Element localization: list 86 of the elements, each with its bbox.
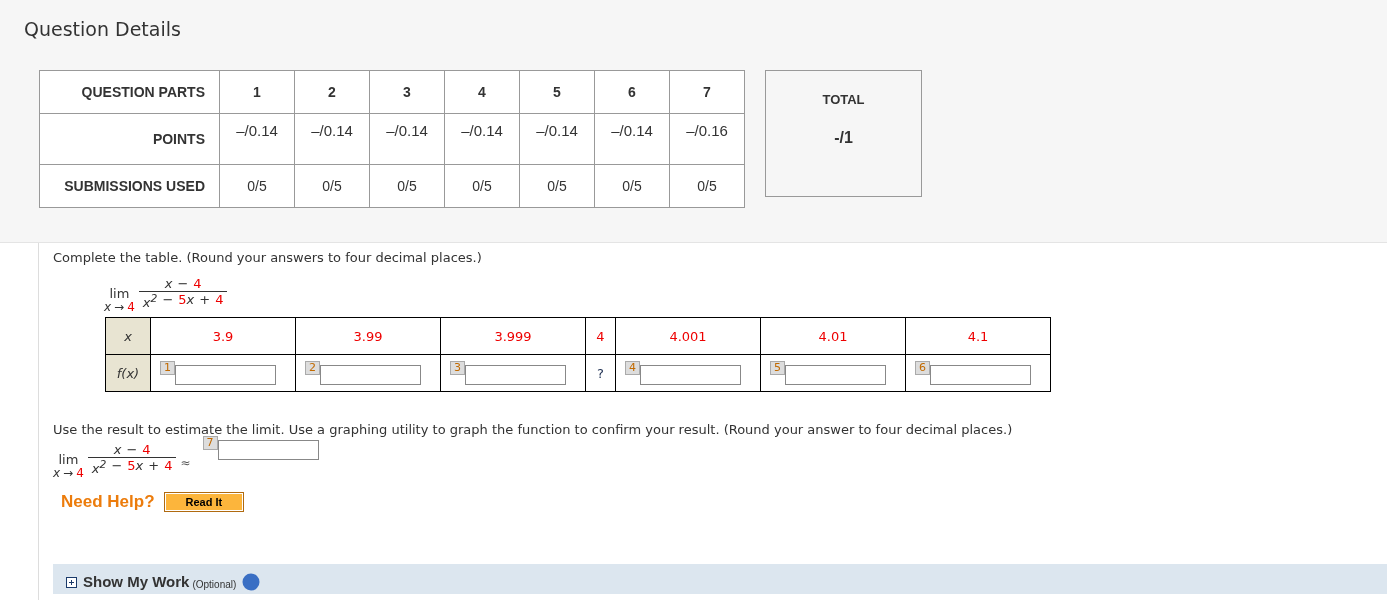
table-header: 6 bbox=[594, 70, 670, 114]
part-number: 1 bbox=[160, 361, 175, 375]
table-header: 7 bbox=[669, 70, 745, 114]
table-cell: 3.99 bbox=[295, 317, 441, 355]
part-number: 2 bbox=[305, 361, 320, 375]
limit-label: lim bbox=[58, 452, 79, 467]
total-label: TOTAL bbox=[822, 92, 865, 107]
row-header: x bbox=[105, 317, 151, 355]
table-cell: 0/5 bbox=[294, 164, 370, 208]
answer-field[interactable] bbox=[217, 439, 319, 460]
math-term: x$^{2}$ bbox=[142, 292, 158, 311]
math-term: x bbox=[135, 458, 144, 476]
read-it-button[interactable]: Read It bbox=[163, 492, 245, 512]
part-number: 3 bbox=[450, 361, 465, 375]
table-header: 1 bbox=[219, 70, 295, 114]
math-term: → bbox=[114, 301, 125, 313]
table-cell: 0/5 bbox=[519, 164, 595, 208]
help-icon[interactable] bbox=[242, 573, 261, 591]
part-number: 4 bbox=[625, 361, 640, 375]
math-term: x bbox=[164, 276, 173, 292]
table-cell: 0/5 bbox=[369, 164, 445, 208]
unknown-value: ? bbox=[597, 365, 604, 381]
limit-label: lim bbox=[109, 286, 130, 301]
part-number: 5 bbox=[770, 361, 785, 375]
math-term: 4 bbox=[164, 458, 173, 476]
instruction-text: Use the result to estimate the limit. Use a graphing utility to graph the function to confirm your result. (Round your answer to four decimal places.) bbox=[53, 422, 1014, 437]
answer-field[interactable] bbox=[640, 365, 741, 385]
table-header: 4 bbox=[444, 70, 520, 114]
table-cell: –/0.14 bbox=[444, 113, 520, 165]
table-cell: 4.1 bbox=[905, 317, 1051, 355]
math-term: x bbox=[186, 292, 195, 310]
answer-field[interactable] bbox=[930, 365, 1031, 385]
table-cell: 0/5 bbox=[219, 164, 295, 208]
row-header: f(x) bbox=[105, 354, 151, 392]
table-cell: –/0.14 bbox=[594, 113, 670, 165]
table-cell: 4 bbox=[585, 317, 616, 355]
math-term: − bbox=[177, 276, 189, 292]
answer-field[interactable] bbox=[320, 365, 421, 385]
table-cell: 0/5 bbox=[669, 164, 745, 208]
table-cell: –/0.14 bbox=[519, 113, 595, 165]
expand-icon[interactable] bbox=[66, 577, 77, 588]
table-cell: 0/5 bbox=[444, 164, 520, 208]
math-term: 4 bbox=[127, 301, 135, 313]
show-my-work-link[interactable]: Show My Work bbox=[83, 574, 190, 590]
total-value: -/1 bbox=[834, 129, 853, 147]
math-term: 5 bbox=[127, 458, 136, 476]
table-cell: –/0.14 bbox=[294, 113, 370, 165]
part-number: 7 bbox=[202, 435, 218, 450]
part-number: 6 bbox=[915, 361, 930, 375]
table-cell: 3.999 bbox=[440, 317, 586, 355]
instruction-text: Complete the table. (Round your answers to four decimal places.) bbox=[53, 250, 483, 265]
help-label: Need Help? bbox=[61, 492, 155, 512]
math-term: 4 bbox=[193, 276, 202, 292]
table-cell: 3.9 bbox=[150, 317, 296, 355]
answer-field[interactable] bbox=[175, 365, 276, 385]
table-cell: 0/5 bbox=[594, 164, 670, 208]
table-header: SUBMISSIONS USED bbox=[39, 164, 220, 208]
math-term: 4 bbox=[215, 292, 224, 310]
table-header: POINTS bbox=[39, 113, 220, 165]
math-term: − bbox=[162, 292, 174, 310]
math-term: x$^{2}$ bbox=[91, 458, 107, 477]
math-term: → bbox=[63, 467, 74, 479]
math-term: − bbox=[111, 458, 123, 476]
answer-field[interactable] bbox=[465, 365, 566, 385]
math-term: x bbox=[104, 301, 112, 313]
approx-sign: ≈ bbox=[180, 455, 191, 470]
math-term: 4 bbox=[76, 467, 84, 479]
section-title: Question Details bbox=[24, 18, 182, 40]
table-cell: 4.01 bbox=[760, 317, 906, 355]
math-term: 5 bbox=[178, 292, 187, 310]
table-header: 2 bbox=[294, 70, 370, 114]
table-header: 3 bbox=[369, 70, 445, 114]
table-cell: –/0.14 bbox=[369, 113, 445, 165]
math-term: − bbox=[126, 442, 138, 458]
math-term: + bbox=[199, 292, 211, 310]
math-term: x bbox=[53, 467, 61, 479]
math-term: + bbox=[148, 458, 160, 476]
table-cell: –/0.14 bbox=[219, 113, 295, 165]
table-cell: 4.001 bbox=[615, 317, 761, 355]
optional-label: (Optional) bbox=[192, 579, 237, 590]
math-term: x bbox=[113, 442, 122, 458]
table-header: 5 bbox=[519, 70, 595, 114]
math-term: 4 bbox=[142, 442, 151, 458]
table-header: QUESTION PARTS bbox=[39, 70, 220, 114]
answer-field[interactable] bbox=[785, 365, 886, 385]
table-cell: –/0.16 bbox=[669, 113, 745, 165]
